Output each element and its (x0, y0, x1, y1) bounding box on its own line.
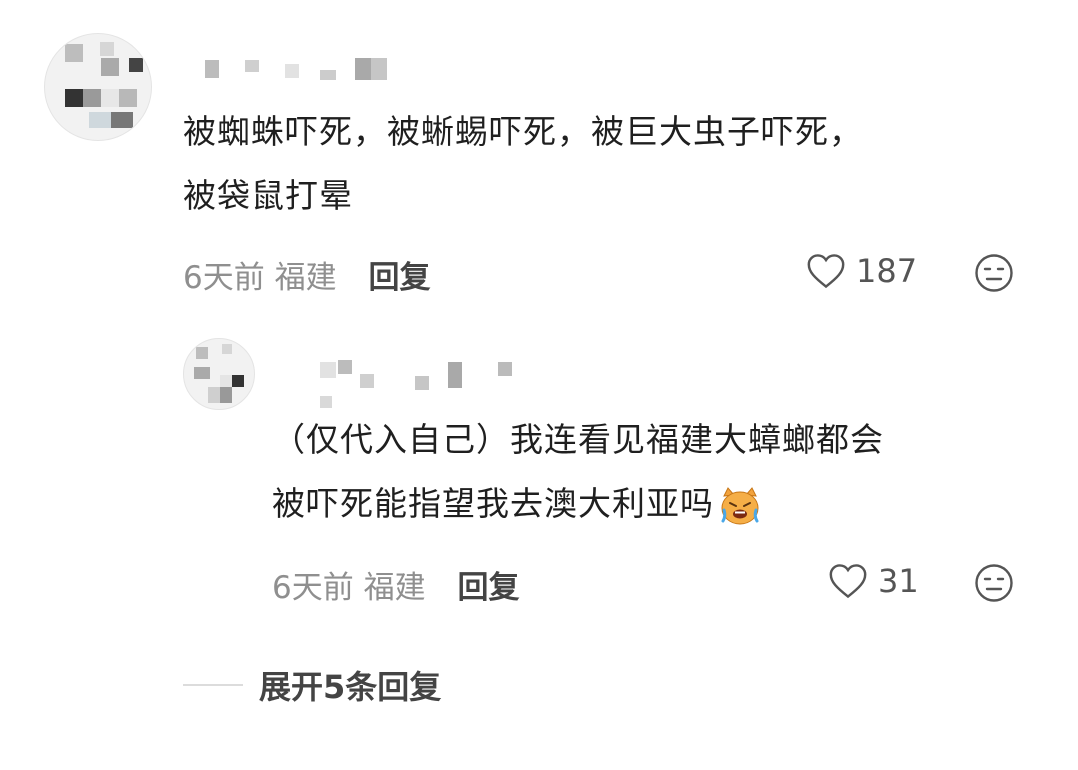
comment-text-line: 被蜘蛛吓死，被蜥蜴吓死，被巨大虫子吓死， (183, 112, 863, 151)
comment-text-line: 被吓死能指望我去澳大利亚吗 (272, 472, 1052, 536)
comment-text-line: 被袋鼠打晕 (183, 176, 353, 215)
comment-text-line: （仅代入自己）我连看见福建大蟑螂都会 (272, 420, 884, 459)
like-count: 187 (856, 252, 918, 290)
reply-button[interactable]: 回复 (457, 570, 519, 606)
heart-outline-icon (807, 254, 845, 289)
like-button[interactable]: 187 (806, 252, 917, 290)
comment-meta: 6天前 福建 回复 (272, 562, 519, 607)
comment-text: 被蜘蛛吓死，被蜥蜴吓死，被巨大虫子吓死， 被袋鼠打晕 (183, 100, 1043, 228)
reply-button[interactable]: 回复 (368, 260, 430, 296)
comment-text: （仅代入自己）我连看见福建大蟑螂都会 被吓死能指望我去澳大利亚吗 (272, 408, 1052, 536)
heart-outline-icon (829, 564, 867, 599)
comment-meta: 6天前 福建 回复 (183, 252, 430, 297)
like-button[interactable]: 31 (828, 562, 919, 600)
username-obscured[interactable] (205, 58, 395, 80)
avatar[interactable] (183, 338, 255, 410)
neutral-face-icon[interactable] (974, 563, 1014, 603)
username-obscured[interactable] (320, 360, 520, 408)
timestamp: 6天前 (183, 260, 265, 296)
expand-replies-label: 展开5条回复 (259, 668, 442, 706)
location: 福建 (363, 570, 426, 606)
neutral-face-icon[interactable] (974, 253, 1014, 293)
timestamp: 6天前 (272, 570, 354, 606)
location: 福建 (274, 260, 337, 296)
divider (183, 684, 243, 686)
like-count: 31 (878, 562, 919, 600)
expand-replies-button[interactable]: 展开5条回复 (183, 662, 441, 708)
avatar[interactable] (44, 33, 152, 141)
crying-cat-emoji (721, 486, 759, 524)
